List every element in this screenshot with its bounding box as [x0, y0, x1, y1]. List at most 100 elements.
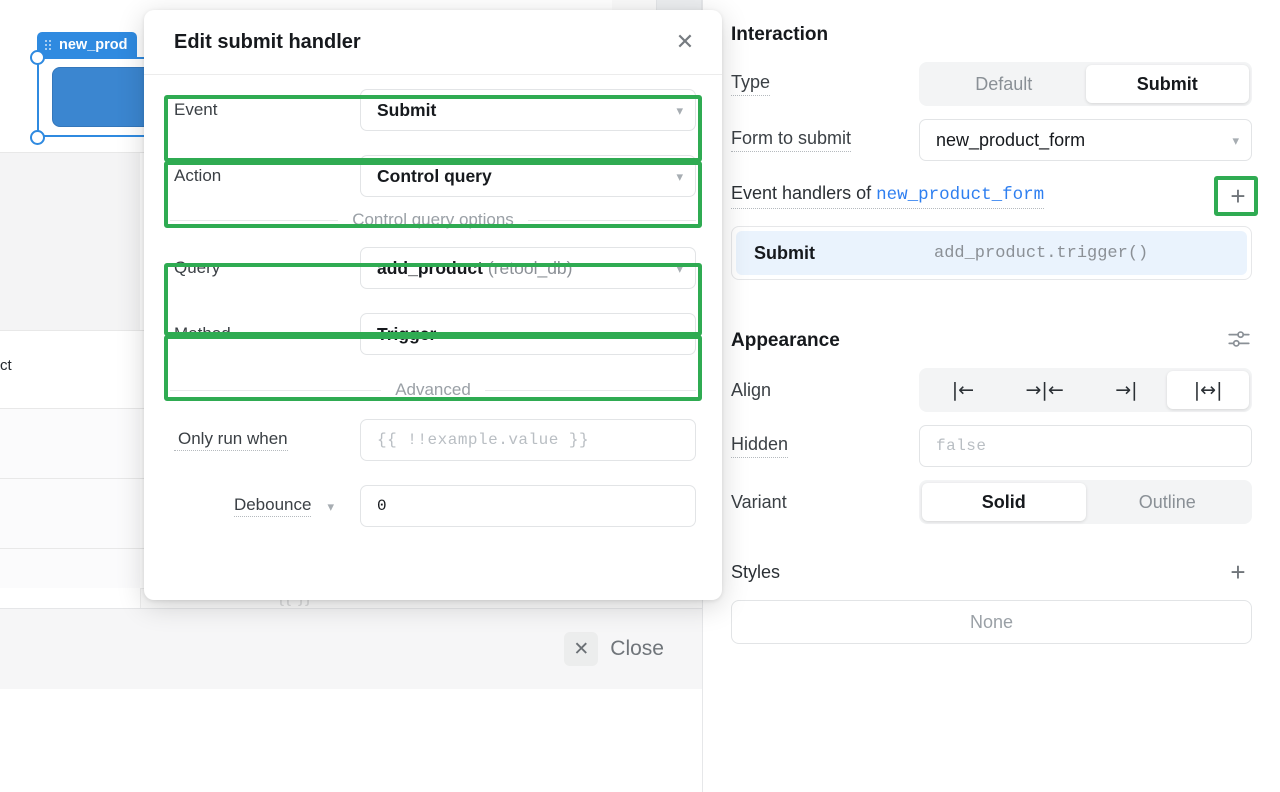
action-select[interactable]: Control query ▾ — [360, 155, 696, 197]
appearance-section-header: Appearance — [731, 306, 1252, 362]
query-value: add_product (retool_db) — [377, 258, 668, 279]
field-row-method: Method Trigger ▾ — [170, 311, 696, 357]
type-row: Type Default Submit — [731, 56, 1252, 112]
field-row-only-run-when: Only run when {{ !!example.value }} — [170, 417, 696, 463]
event-value: Submit — [377, 99, 437, 120]
field-row-debounce: Debounce ▾ 0 — [170, 483, 696, 529]
type-option-default[interactable]: Default — [922, 65, 1086, 103]
advanced-divider: Advanced — [170, 373, 696, 407]
query-select[interactable]: add_product (retool_db) ▾ — [360, 247, 696, 289]
hidden-placeholder: false — [936, 437, 987, 455]
edit-submit-handler-dialog: Edit submit handler ✕ Event Submit ▾ Act… — [144, 10, 722, 600]
query-value-resource: (retool_db) — [487, 257, 573, 278]
control-query-options-divider: Control query options — [170, 203, 696, 237]
sliders-icon[interactable] — [1226, 326, 1252, 357]
debounce-value: 0 — [377, 497, 387, 515]
debounce-label: Debounce — [233, 495, 312, 517]
align-stretch-icon[interactable]: |↔| — [1167, 371, 1249, 409]
chevron-down-icon[interactable]: ▾ — [676, 170, 683, 183]
canvas-text-fragment: ct — [0, 357, 12, 374]
event-handlers-header: Event handlers of new_product_form + — [731, 168, 1258, 224]
form-to-submit-value: new_product_form — [936, 129, 1086, 150]
only-run-when-label-cell: Only run when — [170, 429, 360, 451]
drag-grip-icon[interactable] — [45, 39, 53, 51]
canvas-panel-block — [0, 479, 140, 548]
type-label-cell: Type — [731, 72, 919, 96]
dialog-body: Event Submit ▾ Action Control query ▾ Co… — [144, 75, 722, 529]
only-run-when-input[interactable]: {{ !!example.value }} — [360, 419, 696, 461]
dialog-title: Edit submit handler — [174, 30, 361, 53]
hidden-label: Hidden — [731, 434, 789, 458]
canvas-panel-block — [0, 549, 140, 588]
dialog-header: Edit submit handler ✕ — [144, 10, 722, 75]
align-segmented-control[interactable]: |← →|← →| |↔| — [919, 368, 1252, 412]
plus-icon[interactable]: + — [1224, 559, 1252, 585]
align-right-icon[interactable]: →| — [1086, 371, 1168, 409]
action-value: Control query — [377, 165, 492, 186]
chevron-down-icon[interactable]: ▾ — [327, 500, 334, 513]
align-row: Align |← →|← →| |↔| — [731, 362, 1252, 418]
form-to-submit-select[interactable]: new_product_form ▾ — [919, 119, 1252, 161]
event-handlers-target-link[interactable]: new_product_form — [876, 185, 1044, 205]
variant-option-outline[interactable]: Outline — [1086, 483, 1250, 521]
type-option-submit[interactable]: Submit — [1085, 65, 1249, 103]
form-to-submit-row: Form to submit new_product_form ▾ — [731, 112, 1252, 168]
variant-row: Variant Solid Outline — [731, 474, 1252, 530]
method-select[interactable]: Trigger ▾ — [360, 313, 696, 355]
event-handler-code: add_product.trigger() — [934, 243, 1149, 263]
resize-handle-bottom-left[interactable] — [30, 130, 45, 145]
only-run-when-placeholder: {{ !!example.value }} — [377, 431, 590, 449]
align-center-icon[interactable]: →|← — [1004, 371, 1086, 409]
styles-header: Styles + — [731, 546, 1252, 598]
type-label: Type — [731, 72, 771, 96]
inspector-panel: Interaction Type Default Submit Form to … — [702, 0, 1280, 792]
control-query-options-label: Control query options — [352, 210, 514, 229]
only-run-when-label: Only run when — [174, 429, 288, 451]
chevron-down-icon[interactable]: ▾ — [1232, 134, 1239, 147]
close-x-icon[interactable]: ✕ — [564, 632, 599, 666]
form-label-cell: Form to submit — [731, 128, 919, 152]
close-button-label: Close — [610, 637, 664, 660]
type-segmented-control[interactable]: Default Submit — [919, 62, 1252, 106]
app-root: ct {{ }} new_prod ✕ Close Edi — [0, 0, 1280, 792]
hidden-row: Hidden false — [731, 418, 1252, 474]
canvas-panel-block — [0, 153, 140, 330]
interaction-section-header: Interaction — [731, 0, 1252, 56]
plus-icon[interactable]: + — [1224, 183, 1252, 209]
variant-segmented-control[interactable]: Solid Outline — [919, 480, 1252, 524]
canvas-panel-block — [0, 409, 140, 478]
advanced-label: Advanced — [395, 380, 471, 399]
query-label: Query — [174, 258, 221, 277]
resize-handle-top-left[interactable] — [30, 50, 45, 65]
align-label: Align — [731, 379, 772, 400]
form-to-submit-label: Form to submit — [731, 128, 852, 152]
widget-name-text: new_prod — [59, 37, 128, 53]
chevron-down-icon[interactable]: ▾ — [676, 104, 683, 117]
method-label: Method — [174, 324, 231, 343]
method-value: Trigger — [377, 323, 437, 344]
appearance-title: Appearance — [731, 330, 840, 351]
query-value-name: add_product — [377, 257, 483, 278]
field-row-action: Action Control query ▾ — [170, 153, 696, 199]
styles-label: Styles — [731, 561, 781, 582]
close-button[interactable]: ✕ Close — [564, 632, 664, 666]
event-handlers-label: Event handlers of new_product_form — [731, 183, 1045, 209]
debounce-input[interactable]: 0 — [360, 485, 696, 527]
chevron-down-icon[interactable]: ▾ — [676, 262, 683, 275]
align-left-icon[interactable]: |← — [922, 371, 1004, 409]
styles-value[interactable]: None — [731, 600, 1252, 644]
variant-option-solid[interactable]: Solid — [922, 483, 1086, 521]
event-handlers-prefix: Event handlers of — [731, 183, 877, 203]
field-row-event: Event Submit ▾ — [170, 87, 696, 133]
chevron-down-icon[interactable]: ▾ — [676, 328, 683, 341]
event-handler-row[interactable]: Submit add_product.trigger() — [736, 231, 1247, 275]
close-icon[interactable]: ✕ — [670, 27, 700, 57]
widget-name-badge[interactable]: new_prod — [37, 32, 138, 58]
debounce-label-cell: Debounce ▾ — [170, 495, 360, 517]
hidden-input[interactable]: false — [919, 425, 1252, 467]
hidden-label-cell: Hidden — [731, 434, 919, 458]
event-handler-event: Submit — [754, 242, 815, 263]
event-select[interactable]: Submit ▾ — [360, 89, 696, 131]
event-label: Event — [174, 100, 218, 119]
event-handlers-list: Submit add_product.trigger() — [731, 226, 1252, 280]
